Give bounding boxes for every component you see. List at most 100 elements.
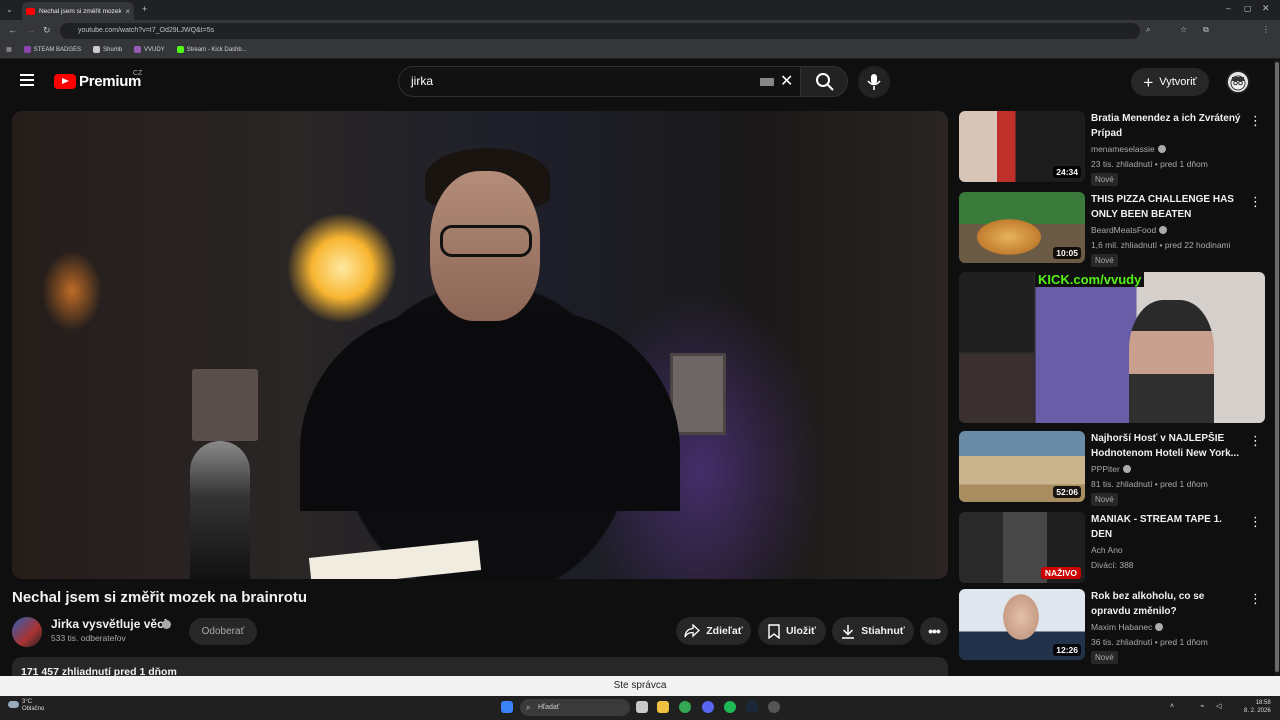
- share-icon: [684, 624, 701, 638]
- bookmark-kick-dashboard[interactable]: Stream - Kick Dashb...: [176, 46, 247, 53]
- file-explorer-icon[interactable]: [657, 701, 669, 713]
- bookmark-icon: [176, 46, 184, 53]
- subscriber-count: 533 tis. odberateľov: [51, 633, 126, 643]
- minimize-icon[interactable]: –: [1226, 5, 1230, 13]
- more-actions-button[interactable]: •••: [920, 617, 948, 645]
- more-vertical-icon[interactable]: ⋮: [1249, 195, 1262, 208]
- share-button[interactable]: Zdieľať: [676, 617, 751, 645]
- back-icon[interactable]: ←: [8, 26, 17, 35]
- video-thumbnail[interactable]: NAŽIVO: [959, 512, 1085, 583]
- recommendation-item[interactable]: 24:34 Bratia Menendez a ich Zvrátený Prí…: [959, 111, 1265, 186]
- bookmark-vvudy[interactable]: VVUDY: [134, 46, 165, 53]
- more-vertical-icon[interactable]: ⋮: [1249, 592, 1262, 605]
- search-input-value[interactable]: jirka: [411, 74, 433, 88]
- recommendation-title[interactable]: Bratia Menendez a ich Zvrátený Prípad: [1091, 112, 1241, 141]
- verified-icon: [1122, 465, 1131, 473]
- browser-tab-strip: [0, 0, 1280, 20]
- reload-icon[interactable]: ↻: [43, 26, 51, 35]
- more-horizontal-icon: •••: [928, 623, 941, 639]
- discord-icon[interactable]: [702, 701, 714, 713]
- scrollbar-thumb[interactable]: [1275, 62, 1279, 672]
- voice-search-button[interactable]: [858, 66, 890, 98]
- tray-overflow-icon[interactable]: ˄: [1170, 703, 1174, 710]
- more-vertical-icon[interactable]: ⋮: [1249, 515, 1262, 528]
- weather-widget[interactable]: 3°C Oblačno: [8, 699, 44, 713]
- taskbar-search[interactable]: ⌕ Hľadať: [520, 699, 630, 716]
- browser-menu-icon[interactable]: ⋮: [1262, 26, 1270, 34]
- streamer-image: [1129, 300, 1214, 423]
- window-close-icon[interactable]: ✕: [1262, 4, 1270, 13]
- bookmark-icon: [768, 623, 780, 639]
- steam-icon[interactable]: [746, 701, 758, 713]
- recommendation-channel: Maxim Habanec: [1091, 622, 1164, 632]
- download-button[interactable]: Stiahnuť: [832, 617, 914, 645]
- obs-icon[interactable]: [768, 701, 780, 713]
- forward-icon[interactable]: →: [26, 26, 35, 35]
- address-bar[interactable]: youtube.com/watch?v=I7_Od29LJWQ&t=5s: [60, 23, 1140, 39]
- bookmark-icon: [93, 46, 101, 53]
- youtube-logo-text[interactable]: Premium: [79, 73, 141, 90]
- create-button[interactable]: + Vytvoriť: [1131, 68, 1209, 96]
- video-player[interactable]: [12, 111, 948, 579]
- channel-name[interactable]: Jirka vysvětluje věci: [51, 617, 167, 631]
- recommendation-item[interactable]: 52:06 Najhorší Hosť v NAJLEPŠIE Hodnoten…: [959, 431, 1265, 506]
- taskbar-search-placeholder: Hľadať: [538, 704, 560, 711]
- apps-icon[interactable]: ▦: [6, 46, 12, 53]
- more-vertical-icon[interactable]: ⋮: [1249, 114, 1262, 127]
- recommendation-title[interactable]: MANIAK - STREAM TAPE 1. DEN: [1091, 513, 1241, 542]
- video-thumbnail[interactable]: 10:05: [959, 192, 1085, 263]
- microphone-icon: [867, 74, 881, 90]
- verified-icon: [1159, 226, 1168, 234]
- windows-start-icon[interactable]: [501, 701, 513, 713]
- recommendation-title[interactable]: THIS PIZZA CHALLENGE HAS ONLY BEEN BEATE…: [1091, 193, 1241, 222]
- recommendation-title[interactable]: Rok bez alkoholu, co se opravdu změnilo?: [1091, 590, 1241, 619]
- video-thumbnail[interactable]: 24:34: [959, 111, 1085, 182]
- maximize-icon[interactable]: ▢: [1244, 5, 1252, 13]
- recommendation-item[interactable]: 12:26 Rok bez alkoholu, co se opravdu zm…: [959, 589, 1265, 664]
- keyboard-icon[interactable]: [760, 78, 774, 86]
- hamburger-menu-icon[interactable]: [20, 74, 34, 86]
- bookmark-steam-badges[interactable]: STEAM BADGES: [23, 46, 82, 53]
- background-sign: [192, 369, 258, 441]
- volume-icon[interactable]: ◁: [1216, 703, 1221, 710]
- clear-search-icon[interactable]: ✕: [780, 71, 793, 91]
- more-vertical-icon[interactable]: ⋮: [1249, 434, 1262, 447]
- video-thumbnail[interactable]: 12:26: [959, 589, 1085, 660]
- task-view-icon[interactable]: [636, 701, 648, 713]
- kick-promo-banner[interactable]: KICK.com/vvudy: [959, 272, 1265, 423]
- presenter-glasses: [440, 225, 532, 257]
- tab-close-icon[interactable]: ×: [125, 7, 130, 16]
- search-input[interactable]: [398, 66, 804, 97]
- taskbar-clock[interactable]: 18:58 8. 2. 2026: [1244, 699, 1271, 715]
- recommendation-title[interactable]: Najhorší Hosť v NAJLEPŠIE Hodnotenom Hot…: [1091, 432, 1241, 461]
- channel-avatar[interactable]: [12, 617, 42, 647]
- save-button[interactable]: Uložiť: [758, 617, 826, 645]
- zoom-icon[interactable]: ⌕: [1146, 26, 1150, 34]
- browser-tab-active[interactable]: Nechal jsem si změřit mozek na ×: [22, 2, 134, 20]
- youtube-logo-icon[interactable]: [54, 74, 76, 89]
- network-icon[interactable]: ⌁: [1200, 703, 1204, 710]
- duration-badge: 12:26: [1053, 644, 1081, 656]
- chrome-icon[interactable]: [679, 701, 691, 713]
- recommendation-item[interactable]: NAŽIVO MANIAK - STREAM TAPE 1. DEN Ach A…: [959, 512, 1265, 586]
- unsubscribe-button[interactable]: Odoberať: [189, 618, 257, 645]
- weather-description: Oblačno: [22, 706, 45, 712]
- promo-panel: [959, 354, 1034, 423]
- account-avatar[interactable]: [1226, 70, 1250, 94]
- bookmark-label: STEAM BADGES: [33, 46, 82, 53]
- bookmark-shumb[interactable]: Shumb: [93, 46, 122, 53]
- tab-search-icon[interactable]: ⌄: [6, 6, 13, 14]
- search-button[interactable]: [800, 66, 848, 97]
- new-badge: Nové: [1091, 651, 1118, 664]
- video-thumbnail[interactable]: 52:06: [959, 431, 1085, 502]
- verified-icon: [162, 620, 171, 629]
- spotify-icon[interactable]: [724, 701, 736, 713]
- bookmark-star-icon[interactable]: ☆: [1180, 26, 1187, 34]
- extensions-icon[interactable]: ⧉: [1203, 26, 1209, 34]
- page-scrollbar[interactable]: [1274, 60, 1280, 676]
- new-tab-icon[interactable]: +: [142, 5, 147, 14]
- duration-badge: 24:34: [1053, 166, 1081, 178]
- recommendation-item[interactable]: 10:05 THIS PIZZA CHALLENGE HAS ONLY BEEN…: [959, 192, 1265, 267]
- channel-label: Maxim Habanec: [1091, 622, 1153, 632]
- clock-date: 8. 2. 2026: [1244, 708, 1271, 714]
